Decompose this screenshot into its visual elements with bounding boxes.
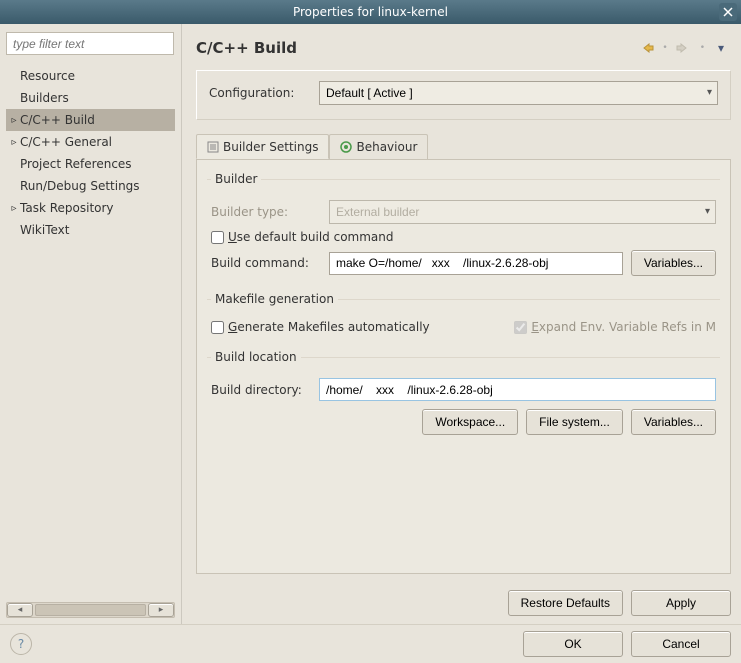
tab-builder-settings[interactable]: Builder Settings bbox=[196, 134, 329, 159]
restore-defaults-button[interactable]: Restore Defaults bbox=[508, 590, 623, 616]
horizontal-scrollbar[interactable]: ◂ ▸ bbox=[6, 602, 175, 618]
tab-content: Builder Builder type: External builder ▾ bbox=[196, 159, 731, 574]
builder-type-select: External builder bbox=[329, 200, 716, 224]
window-title: Properties for linux-kernel bbox=[293, 5, 448, 19]
tab-label: Builder Settings bbox=[223, 140, 318, 154]
dialog-footer: ? OK Cancel bbox=[0, 624, 741, 663]
page-title: C/C++ Build bbox=[196, 39, 636, 57]
window-titlebar: Properties for linux-kernel bbox=[0, 0, 741, 24]
scroll-right-icon[interactable]: ▸ bbox=[148, 603, 174, 617]
tree-item-resource[interactable]: Resource bbox=[6, 65, 175, 87]
expand-env-checkbox: Expand Env. Variable Refs in M bbox=[514, 320, 716, 334]
build-location-group: Build location Build directory: Workspac… bbox=[207, 350, 720, 445]
tab-behaviour[interactable]: Behaviour bbox=[329, 134, 428, 159]
configuration-select[interactable]: Default [ Active ] bbox=[319, 81, 718, 105]
build-command-label: Build command: bbox=[211, 256, 321, 270]
use-default-build-checkbox[interactable]: Use default build command bbox=[211, 230, 394, 244]
tree-item-task-repository[interactable]: ▹Task Repository bbox=[6, 197, 175, 219]
cancel-button[interactable]: Cancel bbox=[631, 631, 731, 657]
build-directory-input[interactable] bbox=[319, 378, 716, 401]
checkbox-label: se default build command bbox=[237, 230, 394, 244]
ok-button[interactable]: OK bbox=[523, 631, 623, 657]
build-directory-label: Build directory: bbox=[211, 383, 311, 397]
tree-item-builders[interactable]: Builders bbox=[6, 87, 175, 109]
expand-arrow-icon[interactable]: ▹ bbox=[8, 115, 20, 126]
configuration-panel: Configuration: Default [ Active ] ▾ bbox=[196, 70, 731, 120]
checkbox-label: enerate Makefiles automatically bbox=[237, 320, 429, 334]
checkbox-icon[interactable] bbox=[211, 321, 224, 334]
tab-bar: Builder Settings Behaviour bbox=[196, 133, 731, 159]
generate-makefiles-checkbox[interactable]: Generate Makefiles automatically bbox=[211, 320, 430, 334]
window-close-button[interactable] bbox=[719, 3, 737, 21]
expand-arrow-icon[interactable]: ▹ bbox=[8, 203, 20, 214]
group-legend: Build location bbox=[211, 350, 301, 364]
chevron-dot-icon: • bbox=[700, 43, 705, 53]
tree-item-ccpp-general[interactable]: ▹C/C++ General bbox=[6, 131, 175, 153]
target-icon bbox=[340, 141, 352, 153]
file-system-button[interactable]: File system... bbox=[526, 409, 623, 435]
workspace-button[interactable]: Workspace... bbox=[422, 409, 518, 435]
makefile-group: Makefile generation Generate Makefiles a… bbox=[207, 292, 720, 344]
chevron-dot-icon: • bbox=[662, 43, 667, 53]
builder-group: Builder Builder type: External builder ▾ bbox=[207, 172, 720, 286]
help-icon[interactable]: ? bbox=[10, 633, 32, 655]
checkbox-icon[interactable] bbox=[211, 231, 224, 244]
view-menu-icon[interactable]: ▾ bbox=[711, 40, 731, 56]
group-legend: Builder bbox=[211, 172, 261, 186]
location-variables-button[interactable]: Variables... bbox=[631, 409, 716, 435]
tree-item-wikitext[interactable]: WikiText bbox=[6, 219, 175, 241]
tree-item-project-references[interactable]: Project References bbox=[6, 153, 175, 175]
tab-label: Behaviour bbox=[356, 140, 417, 154]
checkbox-icon bbox=[514, 321, 527, 334]
configuration-label: Configuration: bbox=[209, 86, 309, 100]
builder-type-label: Builder type: bbox=[211, 205, 321, 219]
checkbox-label: xpand Env. Variable Refs in M bbox=[539, 320, 716, 334]
expand-arrow-icon[interactable]: ▹ bbox=[8, 137, 20, 148]
scroll-left-icon[interactable]: ◂ bbox=[7, 603, 33, 617]
filter-input[interactable] bbox=[6, 32, 174, 55]
nav-forward-icon bbox=[674, 40, 694, 56]
scroll-thumb[interactable] bbox=[35, 604, 146, 616]
tree-item-run-debug[interactable]: Run/Debug Settings bbox=[6, 175, 175, 197]
variables-button[interactable]: Variables... bbox=[631, 250, 716, 276]
build-command-input[interactable] bbox=[329, 252, 623, 275]
list-icon bbox=[207, 141, 219, 153]
tree-item-ccpp-build[interactable]: ▹C/C++ Build bbox=[6, 109, 175, 131]
group-legend: Makefile generation bbox=[211, 292, 338, 306]
sidebar: Resource Builders ▹C/C++ Build ▹C/C++ Ge… bbox=[0, 24, 182, 624]
preference-tree: Resource Builders ▹C/C++ Build ▹C/C++ Ge… bbox=[6, 55, 175, 598]
nav-back-icon[interactable] bbox=[636, 40, 656, 56]
apply-button[interactable]: Apply bbox=[631, 590, 731, 616]
